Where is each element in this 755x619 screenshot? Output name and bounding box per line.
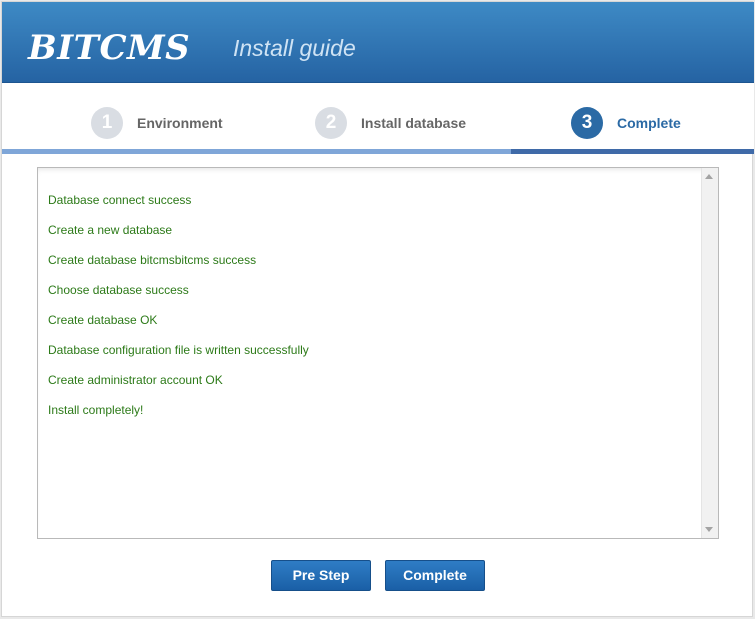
log-line: Create database OK <box>48 313 158 327</box>
step-number-3: 3 <box>571 107 603 139</box>
step-progress-bar <box>2 149 754 154</box>
log-line: Install completely! <box>48 403 144 417</box>
log-line: Database configuration file is written s… <box>48 343 309 357</box>
step-indicator: 1 Environment 2 Install database 3 Compl… <box>2 83 754 153</box>
log-line: Choose database success <box>48 283 189 297</box>
log-line: Create a new database <box>48 223 173 237</box>
header-bar: BITCMS Install guide <box>2 2 754 83</box>
pre-step-button[interactable]: Pre Step <box>271 560 371 591</box>
step-install-database: 2 Install database <box>315 107 466 139</box>
log-scrollbar[interactable] <box>701 168 718 538</box>
log-line: Database connect success <box>48 193 192 207</box>
scroll-up-arrow-icon[interactable] <box>705 174 713 179</box>
scroll-down-arrow-icon[interactable] <box>705 527 713 532</box>
step-number-1: 1 <box>91 107 123 139</box>
log-line: Create administrator account OK <box>48 373 223 387</box>
installer-window: BITCMS Install guide 1 Environment 2 Ins… <box>1 1 754 617</box>
install-log-panel[interactable]: Database connect success Create a new da… <box>37 167 719 539</box>
step-number-2: 2 <box>315 107 347 139</box>
log-line: Create database bitcmsbitcms success <box>48 253 257 267</box>
step-complete: 3 Complete <box>571 107 681 139</box>
step-progress-active-segment <box>511 149 754 154</box>
page-subtitle: Install guide <box>233 35 356 61</box>
step-label-install-database: Install database <box>361 115 467 131</box>
install-log-list: Database connect success Create a new da… <box>48 189 309 429</box>
app-logo: BITCMS <box>28 28 191 68</box>
step-environment: 1 Environment <box>91 107 223 139</box>
step-label-environment: Environment <box>137 115 223 131</box>
step-label-complete: Complete <box>617 115 681 131</box>
complete-button[interactable]: Complete <box>385 560 485 591</box>
